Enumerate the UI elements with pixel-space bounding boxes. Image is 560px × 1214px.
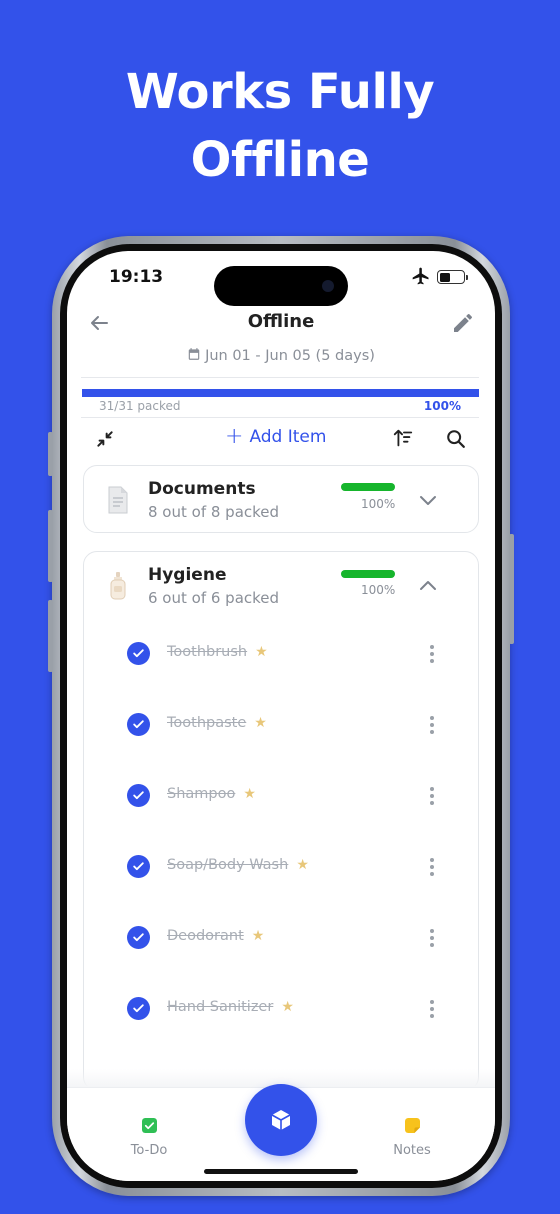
home-indicator xyxy=(204,1169,358,1174)
edit-pencil-icon[interactable] xyxy=(451,311,475,335)
item-label-wrapper: Soap/Body Wash ★ xyxy=(167,857,309,873)
nav-todo-label: To-Do xyxy=(130,1143,168,1158)
star-icon[interactable]: ★ xyxy=(243,786,256,802)
item-label-wrapper: Hand Sanitizer ★ xyxy=(167,999,294,1015)
item-label: Toothbrush xyxy=(167,644,248,660)
item-label: Shampoo xyxy=(167,786,236,802)
more-options-icon[interactable] xyxy=(429,787,435,805)
chevron-up-icon[interactable] xyxy=(419,579,437,591)
add-item-label: Add Item xyxy=(249,427,327,447)
item-label: Hand Sanitizer xyxy=(167,999,274,1015)
calendar-icon xyxy=(188,348,200,360)
item-label-wrapper: Shampoo ★ xyxy=(167,786,256,802)
more-options-icon[interactable] xyxy=(429,1000,435,1018)
overall-progress-fill xyxy=(82,389,479,397)
checked-icon[interactable] xyxy=(127,642,150,665)
overall-progress-bar xyxy=(82,389,479,397)
packed-percent: 100% xyxy=(423,399,461,413)
category-subtitle: 8 out of 8 packed xyxy=(148,503,280,521)
checked-icon[interactable] xyxy=(127,784,150,807)
collapse-all-icon[interactable] xyxy=(95,429,115,449)
item-label-wrapper: Toothbrush ★ xyxy=(167,644,268,660)
star-icon[interactable]: ★ xyxy=(255,644,268,660)
checked-icon[interactable] xyxy=(127,997,150,1020)
bottom-nav: To-Do Notes xyxy=(67,1084,495,1181)
item-label: Toothpaste xyxy=(167,715,247,731)
category-percent: 100% xyxy=(361,497,396,511)
chevron-down-icon[interactable] xyxy=(419,495,437,507)
list-item[interactable]: Shampoo ★ xyxy=(127,783,447,809)
document-icon xyxy=(108,486,128,514)
checked-icon[interactable] xyxy=(127,855,150,878)
promo-headline-line-2: Offline xyxy=(190,132,370,188)
more-options-icon[interactable] xyxy=(429,929,435,947)
todo-check-icon xyxy=(141,1118,157,1133)
sort-icon[interactable] xyxy=(392,427,414,449)
item-label-wrapper: Toothpaste ★ xyxy=(167,715,267,731)
packed-count: 31/31 packed xyxy=(99,399,181,413)
box-icon xyxy=(271,1110,291,1130)
trip-dates: Jun 01 - Jun 05 (5 days) xyxy=(67,347,495,364)
airplane-mode-icon xyxy=(412,267,429,285)
progress-divider xyxy=(81,417,479,418)
list-item[interactable]: Toothpaste ★ xyxy=(127,712,447,738)
checked-icon[interactable] xyxy=(127,713,150,736)
star-icon[interactable]: ★ xyxy=(281,999,294,1015)
phone-power-button xyxy=(509,534,514,644)
promo-headline-line-1: Works Fully xyxy=(125,64,435,120)
more-options-icon[interactable] xyxy=(429,858,435,876)
plus-icon: + xyxy=(225,424,244,449)
item-label-wrapper: Deodorant ★ xyxy=(167,928,264,944)
category-name: Documents xyxy=(148,479,256,499)
category-subtitle: 6 out of 6 packed xyxy=(148,589,280,607)
item-label: Soap/Body Wash xyxy=(167,857,289,873)
list-item[interactable]: Deodorant ★ xyxy=(127,925,447,951)
nav-notes-tab[interactable]: Notes xyxy=(380,1118,444,1158)
star-icon[interactable]: ★ xyxy=(254,715,267,731)
category-progress-fill xyxy=(341,570,395,578)
more-options-icon[interactable] xyxy=(429,716,435,734)
nav-notes-label: Notes xyxy=(393,1143,431,1158)
phone-action-button xyxy=(48,432,53,476)
page-title: Offline xyxy=(247,311,315,332)
item-label: Deodorant xyxy=(167,928,244,944)
category-progress-bar xyxy=(341,483,395,491)
status-time: 19:13 xyxy=(109,267,164,287)
list-item[interactable]: Hand Sanitizer ★ xyxy=(127,996,447,1022)
phone-volume-down-button xyxy=(48,600,53,672)
front-camera xyxy=(322,280,334,292)
app-screen: 19:13 Offline Jun 01 - Jun 05 (5 days) 3… xyxy=(67,251,495,1181)
promo-headline: Works Fully Offline xyxy=(0,58,560,194)
trip-dates-text: Jun 01 - Jun 05 (5 days) xyxy=(205,348,375,364)
star-icon[interactable]: ★ xyxy=(252,928,265,944)
battery-icon xyxy=(437,270,468,284)
packing-box-button[interactable] xyxy=(245,1084,317,1156)
category-percent: 100% xyxy=(361,583,396,597)
soap-bottle-icon xyxy=(110,572,126,600)
list-item[interactable]: Soap/Body Wash ★ xyxy=(127,854,447,880)
header-divider xyxy=(81,377,479,378)
nav-todo-tab[interactable]: To-Do xyxy=(117,1118,181,1158)
search-icon[interactable] xyxy=(445,428,467,450)
category-progress-bar xyxy=(341,570,395,578)
dynamic-island xyxy=(214,266,348,306)
phone-volume-up-button xyxy=(48,510,53,582)
category-progress-fill xyxy=(341,483,395,491)
list-item[interactable]: Toothbrush ★ xyxy=(127,641,447,667)
add-item-button[interactable]: + Add Item xyxy=(225,424,327,449)
sticky-note-icon xyxy=(404,1118,420,1133)
star-icon[interactable]: ★ xyxy=(296,857,309,873)
checked-icon[interactable] xyxy=(127,926,150,949)
more-options-icon[interactable] xyxy=(429,645,435,663)
category-name: Hygiene xyxy=(148,565,227,585)
